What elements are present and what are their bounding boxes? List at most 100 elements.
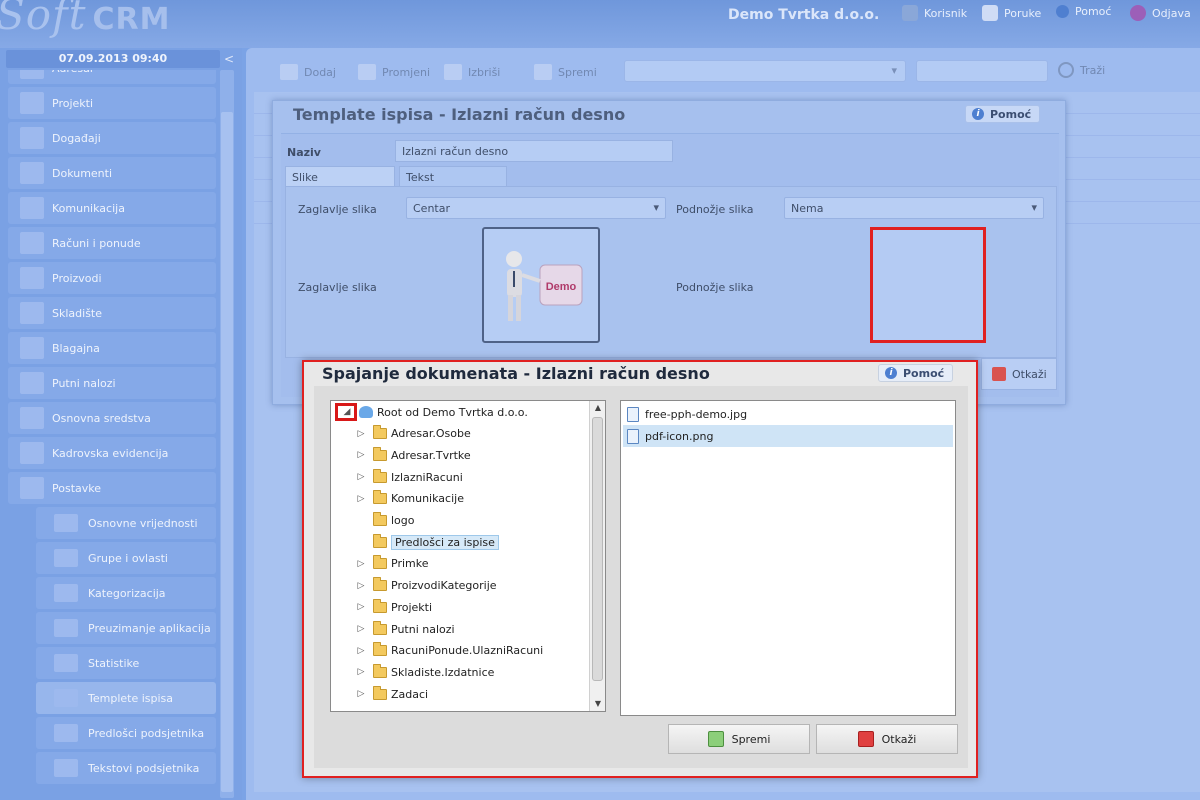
edit-icon [358,64,376,80]
tree-folder[interactable]: ▷ Zadaci [355,684,428,704]
expand-arrow-icon[interactable]: ▷ [355,493,367,505]
expand-arrow-icon[interactable]: ▷ [355,688,367,700]
sidebar-subitem-icon [54,654,78,672]
users-link[interactable]: Korisnik [902,5,967,21]
tree-folder[interactable]: ▷ Putni nalozi [355,619,455,639]
no-arrow-spacer [355,515,367,527]
scroll-up-arrow-icon[interactable]: ▲ [590,401,606,415]
header-image-preview[interactable]: Demo [482,227,600,343]
sidebar-item[interactable]: Kadrovska evidencija [8,437,216,469]
sidebar-collapse-button[interactable]: < [224,52,234,66]
tree-scroll-thumb[interactable] [592,417,603,681]
sidebar-item[interactable]: Događaji [8,122,216,154]
file-item[interactable]: pdf-icon.png [623,425,953,447]
tree-folder[interactable]: ▷ RacuniPonude.UlazniRacuni [355,641,543,661]
tree-folder[interactable]: ▷ Komunikacije [355,489,464,509]
user-icon [902,5,918,21]
expand-arrow-icon[interactable]: ▷ [355,666,367,678]
root-expand-highlight[interactable] [335,403,357,421]
save-button[interactable]: Spremi [534,60,597,84]
search-button[interactable]: Traži [1058,62,1105,78]
expand-arrow-icon[interactable]: ▷ [355,558,367,570]
tree-folder[interactable]: ▷ Primke [355,554,428,574]
messages-link[interactable]: Poruke [982,5,1041,21]
template-cancel-button[interactable]: Otkaži [981,358,1057,390]
filter-select[interactable] [624,60,906,82]
merge-documents-dialog: Spajanje dokumenata - Izlazni račun desn… [302,360,978,778]
top-bar: Soft CRM Demo Tvrtka d.o.o. Korisnik Poru… [0,0,1200,48]
folder-tree: ◢ Root od Demo Tvrtka d.o.o. ▷ Adresar.Osob… [330,400,606,712]
sidebar-item[interactable]: Skladište [8,297,216,329]
tree-folder[interactable]: logo [355,511,415,531]
sidebar-item[interactable]: Postavke [8,472,216,504]
tree-root[interactable]: ◢ Root od Demo Tvrtka d.o.o. [341,402,528,422]
add-button[interactable]: Dodaj [280,60,336,84]
tree-folder[interactable]: ▷ Adresar.Tvrtke [355,445,471,465]
delete-icon [444,64,462,80]
expand-arrow-icon[interactable]: ▷ [355,580,367,592]
sidebar-item[interactable]: Adresar [8,70,216,84]
sidebar-subitem[interactable]: Predlošci podsjetnika [36,717,216,749]
sidebar-subitem[interactable]: Kategorizacija [36,577,216,609]
merge-help-button[interactable]: i Pomoć [878,364,954,382]
save-icon [707,731,724,747]
tree-folder[interactable]: ▷ IzlazniRacuni [355,467,463,487]
sidebar-subitem[interactable]: Preuzimanje aplikacija [36,612,216,644]
tree-folder[interactable]: ▷ Adresar.Osobe [355,424,471,444]
sidebar-item[interactable]: Blagajna [8,332,216,364]
expand-arrow-icon[interactable]: ▷ [355,449,367,461]
expand-arrow-icon[interactable]: ▷ [355,428,367,440]
expand-arrow-icon[interactable]: ▷ [355,601,367,613]
sidebar-item[interactable]: Računi i ponude [8,227,216,259]
sidebar-subitem[interactable]: Grupe i ovlasti [36,542,216,574]
sidebar-item[interactable]: Komunikacija [8,192,216,224]
sidebar: 07.09.2013 09:40 < Adresar ProjektiDogađa… [0,48,242,800]
name-input[interactable]: Izlazni račun desno [395,140,673,162]
logout-link[interactable]: Odjava [1130,5,1191,21]
message-icon [982,5,998,21]
tab-text[interactable]: Tekst [399,166,507,186]
help-link[interactable]: Pomoć [1056,5,1111,18]
merge-save-button[interactable]: Spremi [668,724,810,754]
sidebar-item-icon [20,302,44,324]
header-align-select[interactable]: Centar [406,197,666,219]
delete-button[interactable]: Izbriši [444,60,500,84]
edit-button[interactable]: Promjeni [358,60,430,84]
sidebar-item[interactable]: Putni nalozi [8,367,216,399]
sidebar-scrollbar[interactable] [220,70,234,798]
tab-images[interactable]: Slike [285,166,395,186]
search-input[interactable] [916,60,1048,82]
template-help-button[interactable]: i Pomoć [965,105,1041,123]
sidebar-item[interactable]: Dokumenti [8,157,216,189]
scroll-down-arrow-icon[interactable]: ▼ [590,697,606,711]
sidebar-item[interactable]: Osnovna sredstva [8,402,216,434]
tree-scrollbar[interactable]: ▲ ▼ [589,401,605,711]
sidebar-scroll-thumb[interactable] [221,112,233,792]
merge-cancel-button[interactable]: Otkaži [816,724,958,754]
expand-arrow-icon[interactable]: ▷ [355,623,367,635]
folder-icon [373,642,387,657]
sidebar-subitem[interactable]: Tekstovi podsjetnika [36,752,216,784]
sidebar-subitem[interactable]: Templete ispisa [36,682,216,714]
sidebar-subitem-icon [54,689,78,707]
folder-icon [373,620,387,635]
tree-folder[interactable]: ▷ Skladiste.Izdatnice [355,662,494,682]
sidebar-subitem[interactable]: Osnovne vrijednosti [36,507,216,539]
sidebar-item[interactable]: Proizvodi [8,262,216,294]
cancel-icon [857,731,874,747]
info-icon: i [885,367,897,379]
tree-folder[interactable]: ▷ ProizvodiKategorije [355,576,497,596]
sidebar-item-icon [20,162,44,184]
sidebar-item[interactable]: Projekti [8,87,216,119]
merge-dialog-title: Spajanje dokumenata - Izlazni račun desn… [322,364,710,383]
expand-arrow-icon[interactable]: ▷ [355,645,367,657]
footer-align-select[interactable]: Nema [784,197,1044,219]
sidebar-subitem[interactable]: Statistike [36,647,216,679]
expand-arrow-icon[interactable]: ▷ [355,471,367,483]
sidebar-item-icon [20,477,44,499]
file-item[interactable]: free-pph-demo.jpg [623,403,953,425]
footer-image-preview[interactable] [870,227,986,343]
tree-folder[interactable]: Predlošci za ispise [355,532,499,552]
tree-folder[interactable]: ▷ Projekti [355,597,432,617]
no-arrow-spacer [355,536,367,548]
